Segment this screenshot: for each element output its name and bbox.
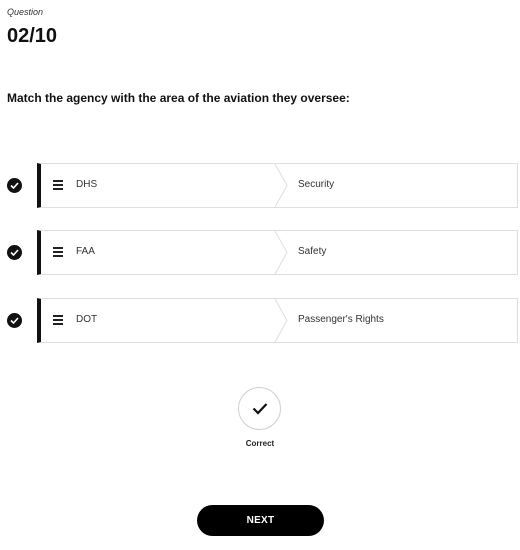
chevron-divider-icon: [274, 231, 288, 274]
match-card[interactable]: FAA Safety: [37, 230, 518, 275]
check-circle-icon: [7, 178, 22, 193]
match-row: DHS Security: [0, 163, 520, 208]
checkmark-icon: [252, 403, 268, 415]
match-row: FAA Safety: [0, 230, 520, 275]
check-circle-icon: [7, 245, 22, 260]
chevron-divider-icon: [274, 299, 288, 342]
chevron-divider-icon: [274, 164, 288, 207]
next-button[interactable]: NEXT: [197, 505, 324, 536]
drag-handle-icon[interactable]: [53, 180, 63, 190]
result-indicator: [238, 387, 281, 430]
area-label: Safety: [298, 246, 327, 257]
question-counter: 02/10: [7, 25, 58, 47]
result-label: Correct: [245, 439, 275, 448]
check-circle-icon: [7, 313, 22, 328]
question-prompt: Match the agency with the area of the av…: [7, 91, 350, 105]
agency-label: DOT: [76, 314, 98, 325]
match-card[interactable]: DOT Passenger's Rights: [37, 298, 518, 343]
drag-handle-icon[interactable]: [53, 247, 63, 257]
drag-handle-icon[interactable]: [53, 315, 63, 325]
match-card[interactable]: DHS Security: [37, 163, 518, 208]
question-label: Question: [7, 7, 44, 17]
area-label: Security: [298, 179, 335, 190]
agency-label: FAA: [76, 246, 95, 257]
match-row: DOT Passenger's Rights: [0, 298, 520, 343]
area-label: Passenger's Rights: [298, 314, 384, 325]
agency-label: DHS: [76, 179, 98, 190]
